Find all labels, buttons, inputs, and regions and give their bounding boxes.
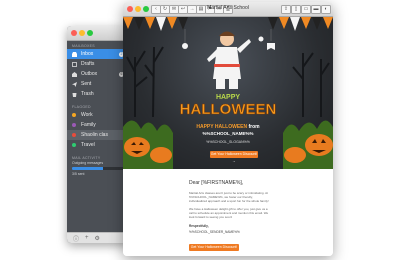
mailboxes-section-label: MAILBOXES — [72, 44, 95, 48]
share-icon[interactable]: ⇪ — [281, 5, 291, 14]
letter-discount-button[interactable]: Get Your Halloween Discount! → — [189, 244, 239, 256]
hero-discount-button[interactable]: Get Your Halloween Discount! → — [210, 151, 258, 163]
zoom-window-button[interactable] — [87, 30, 93, 36]
bunting-flags — [123, 17, 333, 31]
flag-dot-icon — [72, 143, 76, 147]
letter-paragraph-2: We have a Halloween delight gift to offe… — [189, 207, 269, 219]
activity-text: Outgoing messages — [72, 161, 104, 165]
letter-sender-name: %%SCHOOL_SENDER_NAME%% — [189, 230, 240, 234]
info-icon[interactable]: ⓘ — [73, 234, 79, 243]
settings-icon[interactable]: ⚙ — [95, 235, 100, 242]
hero-school-name: %%SCHOOL_NAME%% — [202, 131, 254, 136]
flagged-section-label: FLAGGED — [72, 105, 91, 109]
sidebar-item-label: Trash — [81, 91, 94, 97]
desktop-icon[interactable]: ▬ — [311, 5, 321, 14]
drafts-icon — [72, 61, 77, 67]
activity-section-label: MAIL ACTIVITY — [72, 156, 101, 160]
contrast-icon[interactable]: ◐ — [321, 5, 331, 14]
email-letter-body: Dear [%FIRSTNAME%], Martial Arts classes… — [123, 170, 333, 256]
activity-progress-fill — [72, 167, 104, 170]
banner-title-halloween: HALLOWEEN — [180, 101, 277, 118]
sidebar-item-label: Inbox — [81, 51, 94, 57]
sidebar-item-outbox[interactable]: Outbox 6 — [67, 69, 129, 79]
flag-dot-icon — [72, 123, 76, 127]
sidebar-item-trash[interactable]: Trash — [67, 89, 129, 99]
mobile-icon[interactable]: ▯ — [291, 5, 301, 14]
outbox-icon — [72, 71, 77, 77]
add-icon[interactable]: + — [85, 235, 89, 241]
sidebar-item-label: Outbox — [81, 71, 98, 77]
email-preview-window: ‹ ↻ ✉ ↩ → ▤ ⚑ ✕ ⎙ Martial Arts School ⇪ ▯ ▭ ▬ ◐ — [123, 2, 333, 256]
sidebar-item-label: Family — [81, 122, 96, 128]
mail-sidebar-window: MAILBOXES Inbox 2 Drafts Outbox 6 Sent T… — [67, 26, 129, 243]
hero-headline-suffix: from — [248, 124, 260, 130]
sidebar-item-shaolin-class[interactable]: Shaolin clas — [67, 130, 129, 140]
hero-artwork: HAPPY HALLOWEEN — [123, 17, 333, 169]
sidebar-bottom-toolbar: ⓘ + ⚙ — [67, 232, 129, 243]
halloween-hero-banner: HAPPY HALLOWEEN HAPPY HALLOWEEN from %%S… — [123, 17, 333, 169]
sidebar-item-travel[interactable]: Travel — [67, 140, 129, 150]
minimize-window-button[interactable] — [79, 30, 85, 36]
preview-titlebar: ‹ ↻ ✉ ↩ → ▤ ⚑ ✕ ⎙ Martial Arts School ⇪ ▯ ▭ ▬ ◐ — [123, 2, 333, 17]
sidebar-item-sent[interactable]: Sent — [67, 79, 129, 89]
hero-headline: HAPPY HALLOWEEN from — [123, 124, 333, 130]
letter-sign-off: Respectfully, — [189, 224, 209, 228]
inbox-icon — [72, 51, 77, 57]
karate-kid-illustration — [207, 31, 251, 89]
sidebar-item-label: Shaolin clas — [81, 132, 108, 138]
flag-dot-icon — [72, 133, 76, 137]
banner-title-happy: HAPPY — [216, 94, 240, 101]
sidebar-titlebar — [67, 26, 129, 41]
hero-slogan: %%SCHOOL_SLOGAN%% — [206, 140, 250, 144]
sidebar-item-label: Work — [81, 112, 93, 118]
letter-greeting: Dear [%FIRSTNAME%], — [189, 180, 244, 186]
trash-icon — [72, 92, 77, 97]
tablet-icon[interactable]: ▭ — [301, 5, 311, 14]
letter-paragraph-1: Martial Arts classes aren't just to be s… — [189, 191, 269, 203]
sidebar-item-inbox[interactable]: Inbox 2 — [67, 49, 129, 59]
sidebar-item-label: Drafts — [81, 61, 95, 67]
sidebar-item-work[interactable]: Work — [67, 110, 129, 120]
sidebar-item-label: Travel — [81, 142, 95, 148]
close-window-button[interactable] — [71, 30, 77, 36]
activity-count: 3/5 sent — [72, 172, 85, 176]
sidebar-item-family[interactable]: Family — [67, 120, 129, 130]
sent-icon — [72, 81, 77, 87]
flag-dot-icon — [72, 113, 76, 117]
activity-progress-bar — [72, 167, 124, 170]
hero-headline-prefix: HAPPY HALLOWEEN — [196, 124, 248, 130]
sidebar-item-label: Sent — [81, 81, 92, 87]
sidebar-item-drafts[interactable]: Drafts — [67, 59, 129, 69]
